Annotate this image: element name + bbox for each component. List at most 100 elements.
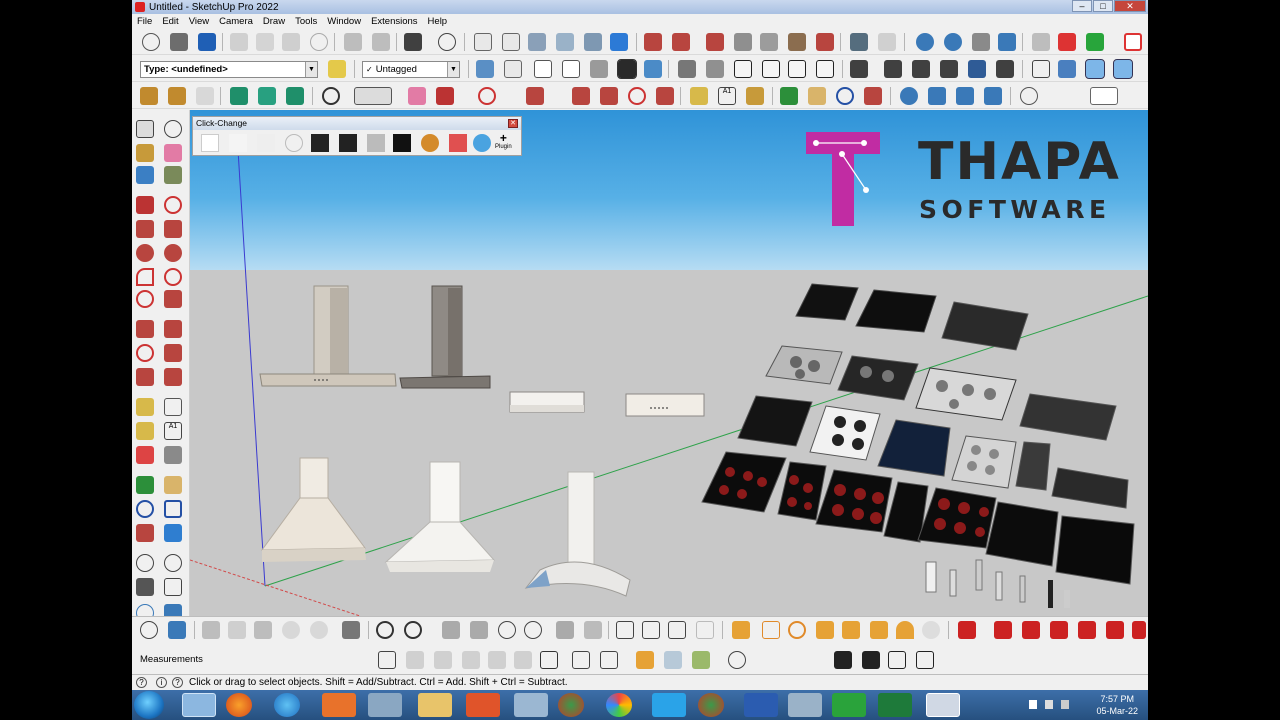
walk-icon[interactable] [136, 578, 154, 596]
follow-me-icon[interactable] [164, 344, 182, 362]
text-icon[interactable]: A1 [164, 422, 182, 440]
zoom-extents-nav-icon[interactable] [136, 524, 154, 542]
taskbar-app-1-icon[interactable] [182, 693, 216, 717]
freehand-icon[interactable] [164, 196, 182, 214]
rectangle-icon[interactable] [526, 87, 544, 105]
group-5-icon[interactable] [968, 60, 986, 78]
solid-plugin-icon[interactable] [230, 87, 248, 105]
group-2-icon[interactable] [884, 60, 902, 78]
info-icon[interactable]: i [156, 677, 167, 688]
plugin-burst-icon[interactable] [870, 621, 888, 639]
model-info-icon[interactable] [438, 33, 456, 51]
section-display-icon[interactable] [1085, 59, 1105, 79]
orbit-icon[interactable] [780, 87, 798, 105]
chrome-2-icon[interactable] [698, 693, 724, 717]
sandbox-4-icon[interactable] [282, 621, 300, 639]
cc-item-4-icon[interactable] [285, 134, 303, 152]
zoom-window-nav-icon[interactable] [164, 500, 182, 518]
copy-array-icon[interactable] [572, 651, 590, 669]
wave-plugin-icon[interactable] [998, 33, 1016, 51]
tray-network-icon[interactable] [1045, 700, 1053, 709]
shape-tool-2-icon[interactable] [672, 33, 690, 51]
shape-tool-6-icon[interactable] [788, 33, 806, 51]
cc-item-5-icon[interactable] [311, 134, 329, 152]
shape-tool-5-icon[interactable] [760, 33, 778, 51]
plugin-triangle-icon[interactable] [816, 621, 834, 639]
tray-up-icon[interactable] [1029, 700, 1037, 709]
offset-icon[interactable] [164, 368, 182, 386]
sandbox-1-icon[interactable] [202, 621, 220, 639]
material-icon[interactable] [556, 621, 574, 639]
geo-location-icon[interactable] [850, 33, 868, 51]
sandbox-6-icon[interactable] [342, 621, 360, 639]
move-tool-icon[interactable] [136, 320, 154, 338]
minimize-button[interactable]: – [1072, 0, 1092, 12]
previous-view-icon[interactable] [164, 524, 182, 542]
arc-tool-icon[interactable] [136, 268, 154, 286]
clock[interactable]: 7:57 PM 05-Mar-22 [1096, 693, 1138, 717]
tape-icon[interactable] [136, 398, 154, 416]
edit-icon[interactable] [540, 651, 558, 669]
look-around-icon[interactable] [164, 554, 182, 572]
component-icon[interactable] [136, 166, 154, 184]
snipping-icon[interactable] [514, 693, 548, 717]
polygon-icon[interactable] [164, 244, 182, 262]
paste-icon[interactable] [282, 33, 300, 51]
menu-tools[interactable]: Tools [290, 16, 322, 27]
menu-file[interactable]: File [132, 16, 157, 27]
cc-item-6-icon[interactable] [339, 134, 357, 152]
open-icon[interactable] [170, 33, 188, 51]
refresh-icon[interactable] [610, 33, 628, 51]
pie-icon[interactable] [164, 290, 182, 308]
menu-camera[interactable]: Camera [214, 16, 258, 27]
render-icon[interactable] [498, 621, 516, 639]
menu-draw[interactable]: Draw [258, 16, 290, 27]
style-textures-icon[interactable] [617, 59, 637, 79]
cut-icon[interactable] [230, 33, 248, 51]
taskbar-app-14-icon[interactable] [788, 693, 822, 717]
start-button[interactable] [134, 691, 164, 719]
copy-icon[interactable] [256, 33, 274, 51]
list-icon[interactable] [888, 651, 906, 669]
sample-icon[interactable] [164, 166, 182, 184]
pipe-plugin-icon[interactable] [140, 87, 158, 105]
curviloft-icon[interactable] [1124, 33, 1142, 51]
cc-item-7-icon[interactable] [367, 134, 385, 152]
group-1-icon[interactable] [850, 60, 868, 78]
scale-icon[interactable] [656, 87, 674, 105]
style-xray-icon[interactable] [476, 60, 494, 78]
geo-icon[interactable]: ? [136, 677, 147, 688]
tag-tool-icon[interactable] [328, 60, 346, 78]
text-tool-icon[interactable]: A1 [718, 87, 736, 105]
tape-measure-icon[interactable] [690, 87, 708, 105]
three-point-arc-icon[interactable] [136, 290, 154, 308]
skype-icon[interactable] [652, 693, 686, 717]
frame-icon[interactable] [584, 621, 602, 639]
internet-explorer-icon[interactable] [274, 693, 300, 717]
window-2-icon[interactable] [642, 621, 660, 639]
arc-icon[interactable] [478, 87, 496, 105]
grid-icon[interactable] [514, 651, 532, 669]
arrows-plugin-4-icon[interactable] [1050, 621, 1068, 639]
cube-2-icon[interactable] [434, 651, 452, 669]
section-tool-icon[interactable] [164, 578, 182, 596]
gear-plugin-1-icon[interactable] [916, 33, 934, 51]
people-icon[interactable] [972, 33, 990, 51]
menu-window[interactable]: Window [322, 16, 366, 27]
taskbar-app-5-icon[interactable] [368, 693, 402, 717]
cc-item-9-icon[interactable] [421, 134, 439, 152]
share-model-icon[interactable] [502, 33, 520, 51]
brush-icon[interactable] [834, 651, 852, 669]
style-backedges-icon[interactable] [504, 60, 522, 78]
cube-1-icon[interactable] [406, 651, 424, 669]
wrench-plugin-icon[interactable] [168, 87, 186, 105]
wave-plugin-2-icon[interactable] [928, 87, 946, 105]
style-monochrome-icon[interactable] [644, 60, 662, 78]
box-plugin-1-icon[interactable] [636, 651, 654, 669]
media-player-icon[interactable] [322, 693, 356, 717]
cc-item-1-icon[interactable] [201, 134, 219, 152]
shape-tool-3-icon[interactable] [706, 33, 724, 51]
shape-tool-1-icon[interactable] [644, 33, 662, 51]
teapot-2-icon[interactable] [470, 621, 488, 639]
view-iso-icon[interactable] [678, 60, 696, 78]
